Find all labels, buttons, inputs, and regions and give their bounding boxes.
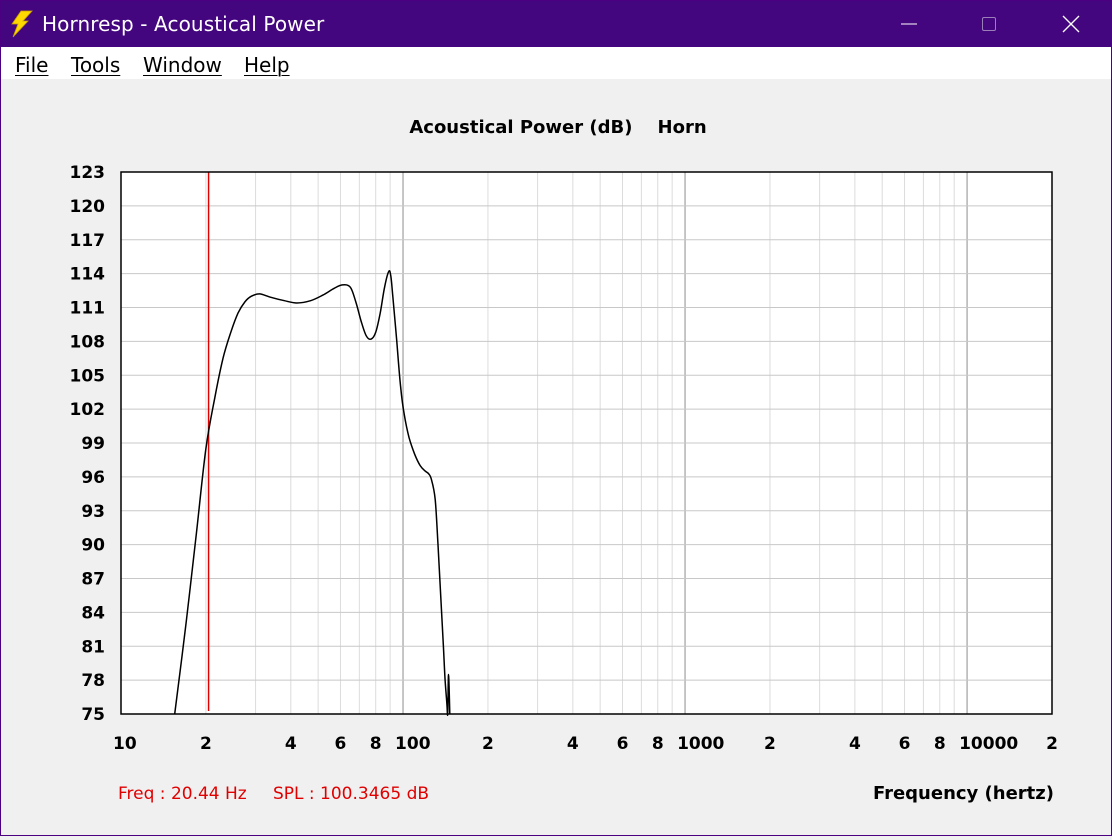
menu-bar: File Tools Window Help [1, 47, 1111, 79]
x-tick-label: 2 [764, 734, 776, 754]
menu-tools[interactable]: Tools [71, 53, 120, 77]
y-tick-label: 102 [70, 400, 106, 420]
y-tick-label: 123 [70, 163, 106, 183]
x-tick-label: 1000 [677, 734, 724, 754]
y-tick-label: 75 [81, 705, 105, 725]
x-tick-label: 2 [200, 734, 212, 754]
y-tick-label: 96 [81, 468, 105, 488]
menu-window[interactable]: Window [143, 53, 222, 77]
y-tick-label: 81 [81, 637, 105, 657]
y-tick-label: 90 [81, 536, 105, 556]
window-title: Hornresp - Acoustical Power [42, 12, 325, 36]
minimize-button[interactable] [869, 1, 949, 47]
x-tick-label: 10000 [959, 734, 1018, 754]
x-tick-label: 2 [482, 734, 494, 754]
x-tick-label: 6 [617, 734, 629, 754]
y-tick-label: 117 [70, 231, 106, 251]
y-tick-labels: 123 120 117 114 111 108 105 102 99 96 93 90 87 84 81 78… [70, 163, 106, 725]
chart-area[interactable]: Acoustical Power (dB) Horn 123 120 117 114 1… [1, 79, 1111, 835]
y-tick-label: 84 [81, 603, 105, 623]
y-tick-label: 93 [81, 502, 105, 522]
x-tick-label: 2 [1046, 734, 1058, 754]
lightning-bolt-icon [11, 10, 33, 38]
x-tick-label: 6 [899, 734, 911, 754]
menu-file[interactable]: File [15, 53, 48, 77]
minimize-icon [901, 23, 917, 25]
x-tick-label: 8 [370, 734, 382, 754]
maximize-icon [982, 17, 996, 31]
spl-readout: SPL : 100.3465 dB [273, 784, 429, 804]
menu-help[interactable]: Help [244, 53, 290, 77]
x-tick-labels: 10 2 4 6 8 100 2 4 6 8 1000 2 4 6 8 10000 2 [113, 734, 1058, 754]
x-tick-label: 4 [849, 734, 861, 754]
x-tick-label: 100 [395, 734, 431, 754]
close-button[interactable] [1031, 1, 1111, 47]
y-tick-label: 114 [70, 265, 106, 285]
y-tick-label: 111 [70, 299, 106, 319]
x-tick-label: 8 [652, 734, 664, 754]
maximize-button[interactable] [949, 1, 1029, 47]
y-tick-label: 108 [70, 332, 106, 352]
x-tick-label: 4 [567, 734, 579, 754]
x-tick-label: 10 [113, 734, 137, 754]
x-tick-label: 8 [934, 734, 946, 754]
app-window: Hornresp - Acoustical Power File Tools W… [0, 0, 1112, 836]
chart-title: Acoustical Power (dB) Horn [409, 117, 706, 138]
y-tick-label: 120 [70, 197, 106, 217]
y-tick-label: 99 [81, 434, 105, 454]
y-tick-label: 105 [70, 366, 106, 386]
y-tick-label: 78 [81, 671, 105, 691]
acoustical-power-chart[interactable]: Acoustical Power (dB) Horn 1231201171141… [1, 79, 1111, 835]
freq-readout: Freq : 20.44 Hz [118, 784, 247, 804]
x-axis-label: Frequency (hertz) [873, 783, 1054, 804]
y-tick-label: 87 [81, 570, 105, 590]
close-icon [1062, 15, 1080, 33]
title-bar[interactable]: Hornresp - Acoustical Power [1, 1, 1111, 47]
x-tick-label: 6 [335, 734, 347, 754]
x-tick-label: 4 [285, 734, 297, 754]
